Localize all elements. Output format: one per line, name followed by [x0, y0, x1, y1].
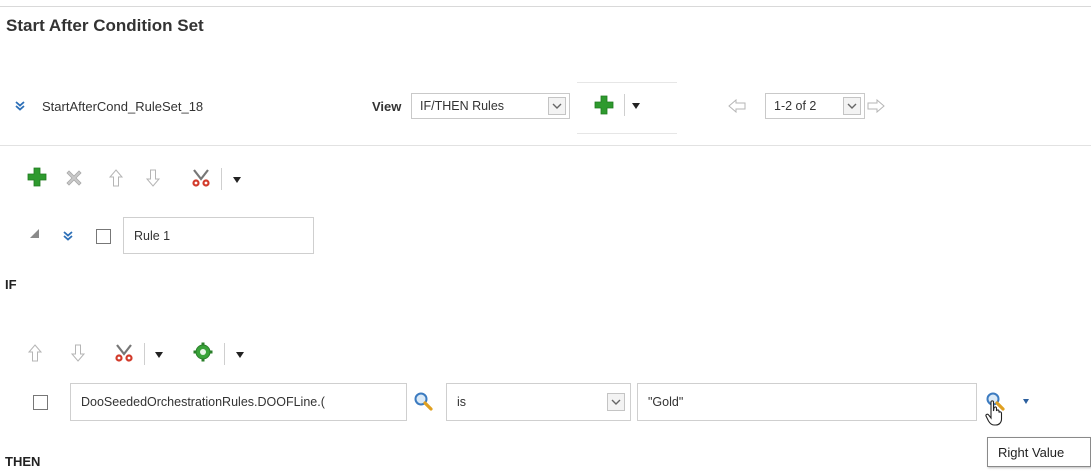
ruleset-name: StartAfterCond_RuleSet_18 — [42, 99, 204, 114]
cut-icon[interactable] — [190, 167, 212, 192]
pagination-select[interactable]: 1-2 of 2 — [765, 93, 865, 119]
chevron-down-icon[interactable] — [548, 97, 566, 115]
add-rule-group — [577, 82, 677, 134]
toolbar-separator — [224, 343, 225, 365]
right-value-menu-caret-icon[interactable] — [1023, 399, 1029, 404]
rule-name-field[interactable]: Rule 1 — [123, 217, 314, 254]
hand-pointer-cursor-icon — [985, 400, 1005, 429]
move-down-icon[interactable] — [70, 343, 86, 366]
view-select[interactable]: IF/THEN Rules — [411, 93, 570, 119]
condition-actions-caret-icon[interactable] — [155, 352, 163, 358]
rule-name-value: Rule 1 — [134, 229, 171, 243]
gear-icon[interactable] — [193, 342, 213, 365]
if-label: IF — [5, 277, 17, 292]
condition-checkbox[interactable] — [33, 395, 48, 410]
toolbar-separator — [144, 343, 145, 365]
page-title: Start After Condition Set — [6, 16, 204, 35]
move-down-icon[interactable] — [145, 168, 161, 191]
right-value: "Gold" — [648, 395, 684, 409]
add-rule-menu-caret-icon[interactable] — [632, 103, 640, 109]
cut-icon[interactable] — [113, 342, 135, 367]
rule-actions-caret-icon[interactable] — [233, 177, 241, 183]
move-up-icon[interactable] — [27, 343, 43, 366]
right-value-field[interactable]: "Gold" — [637, 383, 977, 421]
expand-triangle-icon[interactable] — [29, 227, 40, 242]
search-icon[interactable] — [413, 391, 433, 414]
operator-value: is — [457, 395, 467, 409]
view-label: View — [372, 99, 402, 114]
top-divider — [0, 6, 1091, 7]
toolbar-separator — [221, 168, 222, 190]
view-select-value: IF/THEN Rules — [420, 99, 505, 113]
toolbar-separator — [624, 94, 625, 116]
left-value-field[interactable]: DooSeededOrchestrationRules.DOOFLine.( — [70, 383, 407, 421]
add-icon[interactable] — [27, 167, 47, 190]
right-value-tooltip: Right Value — [987, 437, 1091, 467]
gear-menu-caret-icon[interactable] — [236, 352, 244, 358]
then-label: THEN — [5, 454, 41, 469]
collapse-rule-icon[interactable] — [63, 229, 73, 244]
delete-icon[interactable] — [64, 168, 84, 191]
left-value: DooSeededOrchestrationRules.DOOFLine.( — [81, 395, 325, 409]
rule-checkbox[interactable] — [96, 229, 111, 244]
tooltip-text: Right Value — [998, 445, 1065, 460]
move-up-icon[interactable] — [108, 168, 124, 191]
header-divider — [0, 145, 1091, 146]
collapse-ruleset-icon[interactable] — [15, 101, 25, 114]
pagination-value: 1-2 of 2 — [774, 99, 817, 113]
chevron-down-icon[interactable] — [843, 97, 861, 115]
next-arrow-icon[interactable] — [867, 98, 885, 116]
add-rule-icon[interactable] — [594, 95, 614, 115]
previous-arrow-icon[interactable] — [728, 98, 746, 116]
chevron-down-icon[interactable] — [607, 393, 625, 411]
operator-select[interactable]: is — [446, 383, 631, 421]
